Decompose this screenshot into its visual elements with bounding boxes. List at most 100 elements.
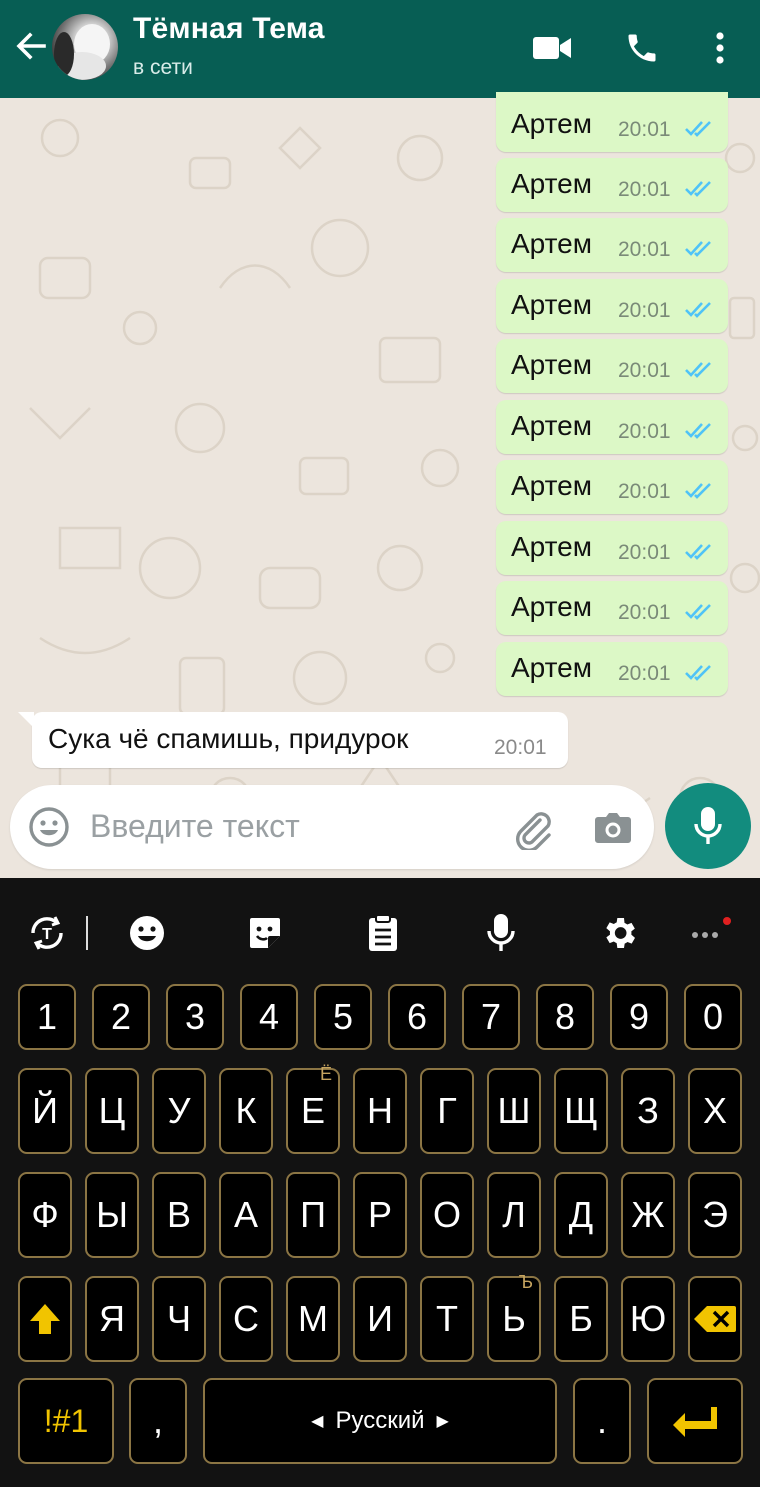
mic-icon[interactable] — [476, 908, 526, 958]
outgoing-message[interactable]: Артем 20:01 — [496, 581, 728, 635]
key-label: А — [233, 1194, 258, 1235]
key-letter[interactable]: М — [286, 1276, 340, 1362]
translate-icon[interactable]: T — [22, 908, 72, 958]
emoji-icon[interactable] — [122, 908, 172, 958]
key-letter[interactable]: Ы — [85, 1172, 139, 1258]
key-letter[interactable]: Ф — [18, 1172, 72, 1258]
key-9[interactable]: 9 — [610, 984, 668, 1050]
key-4[interactable]: 4 — [240, 984, 298, 1050]
outgoing-message[interactable]: Артем 20:01 — [496, 218, 728, 272]
outgoing-message[interactable]: Артем 20:01 — [496, 460, 728, 514]
key-0[interactable]: 0 — [684, 984, 742, 1050]
key-label: Г — [437, 1090, 457, 1131]
settings-icon[interactable] — [594, 908, 644, 958]
key-letter[interactable]: С — [219, 1276, 273, 1362]
voice-call-icon[interactable] — [620, 26, 664, 70]
key-6[interactable]: 6 — [388, 984, 446, 1050]
symbols-key[interactable]: !#1 — [18, 1378, 114, 1464]
key-letter[interactable]: П — [286, 1172, 340, 1258]
camera-icon[interactable] — [592, 806, 634, 848]
key-letter[interactable]: Э — [688, 1172, 742, 1258]
message-text: Артем — [511, 228, 592, 259]
contact-name[interactable]: Тёмная Тема — [133, 12, 325, 46]
key-label: 0 — [702, 996, 724, 1037]
key-letter[interactable]: ЕЁ — [286, 1064, 340, 1154]
read-ticks-icon — [685, 362, 711, 378]
backspace-key[interactable] — [688, 1276, 742, 1362]
key-letter[interactable]: У — [152, 1068, 206, 1154]
key-label: Ю — [629, 1298, 667, 1339]
voice-record-button[interactable] — [665, 783, 751, 869]
key-8[interactable]: 8 — [536, 984, 594, 1050]
key-7[interactable]: 7 — [462, 984, 520, 1050]
video-call-icon[interactable] — [530, 26, 574, 70]
right-arrow-icon: ▶ — [436, 1413, 449, 1430]
key-label: Н — [367, 1090, 393, 1131]
outgoing-message[interactable]: Артем 20:01 — [496, 92, 728, 152]
attach-icon[interactable] — [510, 806, 554, 852]
message-input[interactable]: Введите текст — [90, 808, 300, 845]
key-letter[interactable]: И — [353, 1276, 407, 1362]
key-hint: Ё — [319, 1064, 332, 1084]
key-label: 9 — [628, 996, 650, 1037]
key-label: Ц — [98, 1090, 126, 1131]
contact-avatar[interactable] — [52, 14, 118, 80]
key-label: Е — [300, 1090, 325, 1131]
emoji-icon[interactable] — [28, 806, 70, 848]
outgoing-message[interactable]: Артем 20:01 — [496, 521, 728, 575]
sticker-icon[interactable] — [240, 908, 290, 958]
message-text: Артем — [511, 652, 592, 683]
key-letter[interactable]: О — [420, 1172, 474, 1258]
key-label: У — [167, 1090, 191, 1131]
key-label: Р — [367, 1194, 392, 1235]
space-key[interactable]: ◀ Русский ▶ — [203, 1378, 557, 1464]
key-2[interactable]: 2 — [92, 984, 150, 1050]
more-icon[interactable] — [684, 908, 734, 958]
key-letter[interactable]: Ж — [621, 1172, 675, 1258]
key-letter[interactable]: Я — [85, 1276, 139, 1362]
outgoing-message[interactable]: Артем 20:01 — [496, 400, 728, 454]
key-letter[interactable]: Л — [487, 1172, 541, 1258]
key-label: 1 — [36, 996, 58, 1037]
key-letter[interactable]: Х — [688, 1068, 742, 1154]
message-text: Сука чё спамишь, придурок — [48, 723, 409, 754]
key-3[interactable]: 3 — [166, 984, 224, 1050]
clipboard-icon[interactable] — [358, 908, 408, 958]
key-letter[interactable]: Ц — [85, 1068, 139, 1154]
outgoing-message[interactable]: Артем 20:01 — [496, 642, 728, 696]
key-letter[interactable]: З — [621, 1068, 675, 1154]
comma-key[interactable]: , — [129, 1378, 187, 1464]
key-label: 5 — [332, 996, 354, 1037]
period-key[interactable]: . — [573, 1378, 631, 1464]
key-letter[interactable]: А — [219, 1172, 273, 1258]
key-letter[interactable]: Ю — [621, 1276, 675, 1362]
key-letter[interactable]: Г — [420, 1068, 474, 1154]
key-letter[interactable]: Щ — [554, 1068, 608, 1154]
key-label: Б — [569, 1298, 593, 1339]
key-5[interactable]: 5 — [314, 984, 372, 1050]
key-letter[interactable]: К — [219, 1068, 273, 1154]
key-label: , — [152, 1400, 163, 1441]
outgoing-message[interactable]: Артем 20:01 — [496, 158, 728, 212]
key-letter[interactable]: Р — [353, 1172, 407, 1258]
key-label: И — [367, 1298, 393, 1339]
key-letter[interactable]: Ч — [152, 1276, 206, 1362]
outgoing-message[interactable]: Артем 20:01 — [496, 339, 728, 393]
key-letter[interactable]: Й — [18, 1068, 72, 1154]
message-text: Артем — [511, 168, 592, 199]
key-letter[interactable]: В — [152, 1172, 206, 1258]
key-letter[interactable]: Ш — [487, 1068, 541, 1154]
shift-key[interactable] — [18, 1276, 72, 1362]
key-letter[interactable]: Т — [420, 1276, 474, 1362]
outgoing-message[interactable]: Артем 20:01 — [496, 279, 728, 333]
more-menu-icon[interactable] — [698, 26, 742, 70]
key-letter[interactable]: Б — [554, 1276, 608, 1362]
key-letter[interactable]: Д — [554, 1172, 608, 1258]
key-letter[interactable]: ЬЪ — [487, 1272, 541, 1362]
enter-key[interactable] — [647, 1378, 743, 1464]
incoming-message[interactable]: Сука чё спамишь, придурок 20:01 — [18, 712, 568, 768]
key-letter[interactable]: Н — [353, 1068, 407, 1154]
back-arrow-icon[interactable] — [10, 26, 50, 66]
key-label: Ф — [31, 1194, 59, 1235]
key-1[interactable]: 1 — [18, 984, 76, 1050]
